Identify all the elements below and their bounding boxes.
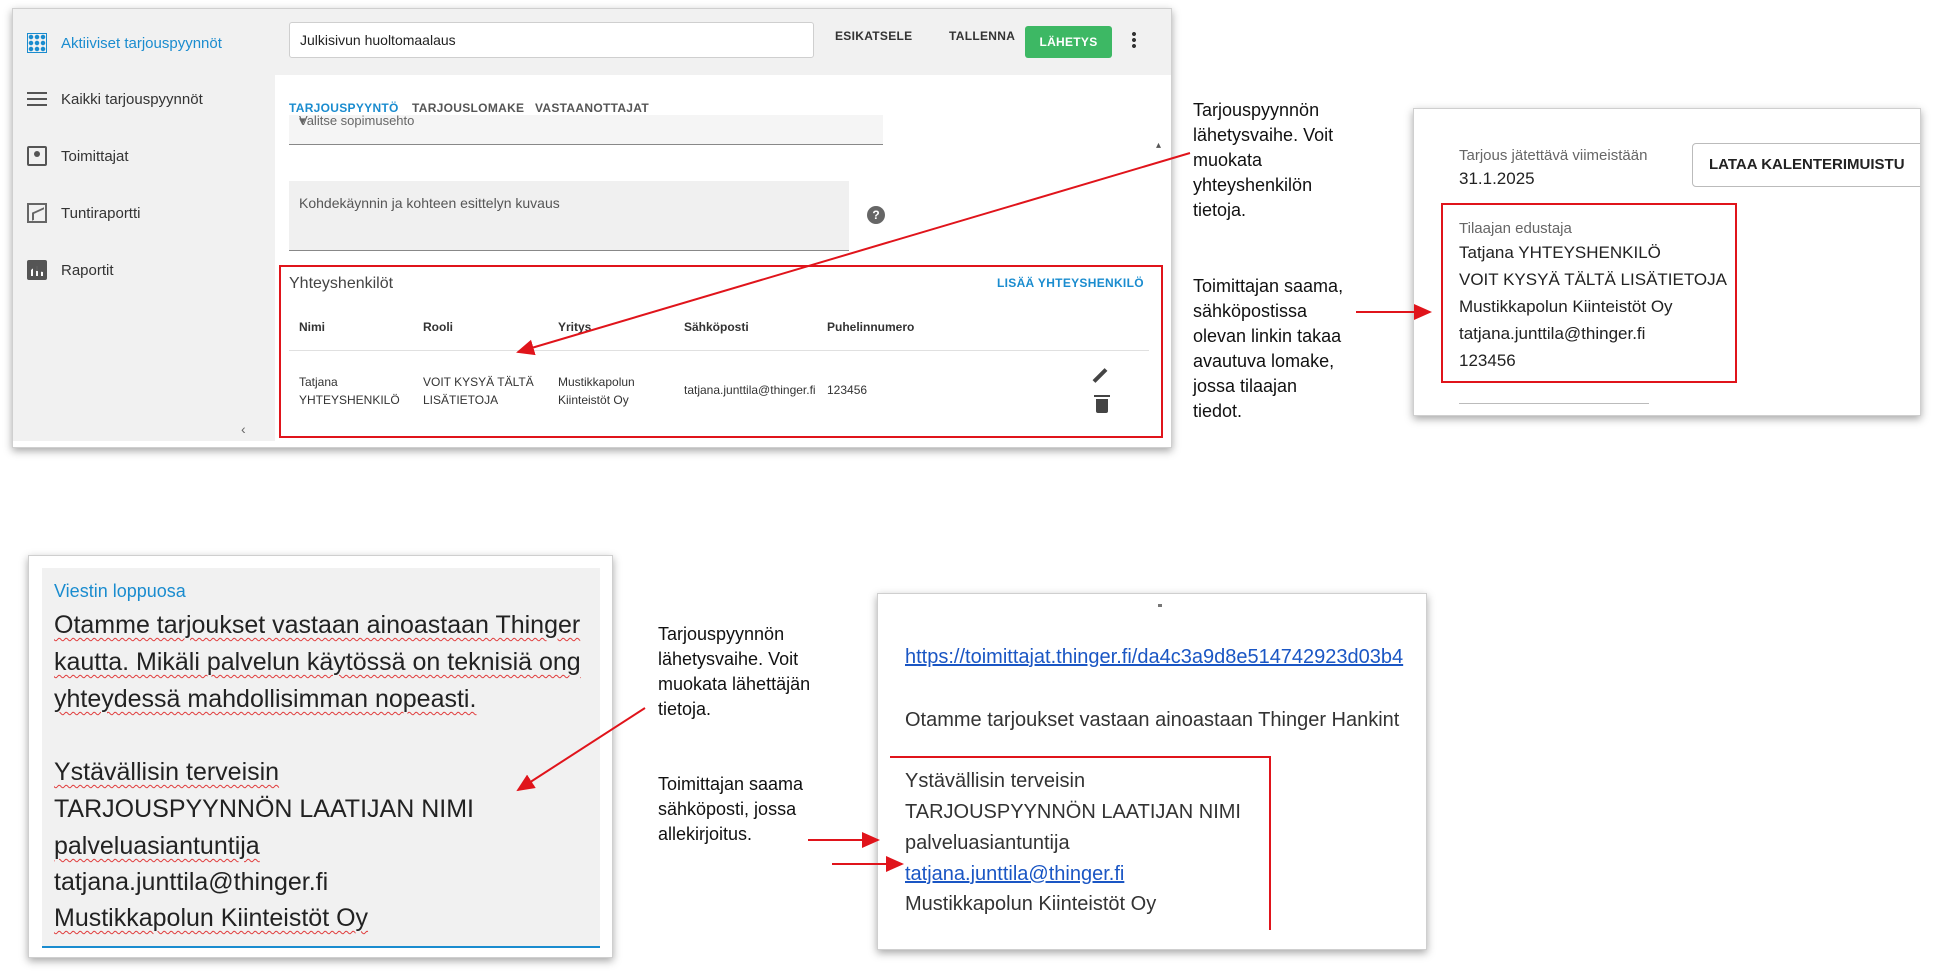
rep-label: Tilaajan edustaja: [1459, 220, 1572, 237]
topbar: Julkisivun huoltomaalaus ESIKATSELE TALL…: [275, 9, 1171, 75]
note-line: tiedot.: [1193, 401, 1243, 421]
form-link[interactable]: https://toimittajat.thinger.fi/da4c3a9d8…: [905, 646, 1403, 669]
grid-icon: [27, 33, 47, 53]
save-button[interactable]: TALLENNA: [949, 29, 1015, 43]
bar-chart-icon: [27, 260, 47, 280]
sidebar-item-label: Aktiiviset tarjouspyynnöt: [61, 34, 222, 52]
note-line: Toimittajan saama,: [1193, 276, 1344, 296]
rep-line: VOIT KYSYÄ TÄLTÄ LISÄTIETOJA: [1459, 270, 1727, 289]
divider: [1459, 403, 1649, 404]
signature-line: Mustikkapolun Kiinteistöt Oy: [905, 893, 1157, 915]
sidebar-item-active-requests[interactable]: Aktiiviset tarjouspyynnöt: [27, 33, 222, 53]
chart-report-icon: [27, 203, 47, 223]
note-line: muokata: [1193, 150, 1263, 170]
rep-line: Mustikkapolun Kiinteistöt Oy: [1459, 297, 1673, 316]
note-line: sähköpostissa: [1193, 301, 1308, 321]
signature-line: Ystävällisin terveisin: [54, 758, 280, 786]
email-intro: Otamme tarjoukset vastaan ainoastaan Thi…: [905, 709, 1400, 731]
annotation-note-1: Tarjouspyynnön lähetysvaihe. Voit muokat…: [1193, 98, 1333, 223]
rep-line: 123456: [1459, 351, 1516, 370]
chevron-down-icon: ▾: [299, 115, 306, 128]
sidebar-item-label: Tuntiraportti: [61, 204, 141, 222]
note-line: Tarjouspyynnön: [658, 624, 785, 644]
title-input[interactable]: Julkisivun huoltomaalaus: [289, 22, 814, 58]
tab-request[interactable]: TARJOUSPYYNTÖ: [289, 101, 399, 115]
email-preview-panel: https://toimittajat.thinger.fi/da4c3a9d8…: [877, 593, 1427, 950]
signature-line: TARJOUSPYYNNÖN LAATIJAN NIMI: [905, 801, 1241, 823]
note-line: Toimittajan saama: [658, 774, 804, 794]
message-line: Otamme tarjoukset vastaan ainoastaan Thi…: [54, 611, 581, 639]
more-vert-icon[interactable]: [1132, 31, 1136, 49]
sidebar-item-suppliers[interactable]: Toimittajat: [27, 146, 129, 166]
annotation-note-3: Tarjouspyynnön lähetysvaihe. Voit muokat…: [658, 622, 810, 722]
divider: [1158, 604, 1162, 607]
note-line: allekirjoitus.: [658, 824, 753, 844]
tab-recipients[interactable]: VASTAANOTTAJAT: [535, 101, 649, 115]
note-line: sähköposti, jossa: [658, 799, 797, 819]
note-line: lähetysvaihe. Voit: [658, 649, 799, 669]
description-placeholder: Kohdekäynnin ja kohteen esittelyn kuvaus: [299, 195, 560, 211]
note-line: Tarjouspyynnön: [1193, 100, 1320, 120]
sidebar-item-label: Toimittajat: [61, 147, 129, 165]
send-button[interactable]: LÄHETYS: [1025, 26, 1112, 58]
signature-line: palveluasiantuntija: [54, 832, 260, 860]
signature-line: palveluasiantuntija: [905, 832, 1070, 854]
sidebar-item-label: Kaikki tarjouspyynnöt: [61, 90, 203, 108]
main-content: TARJOUSPYYNTÖ TARJOUSLOMAKE VASTAANOTTAJ…: [275, 75, 1171, 441]
rep-line: Tatjana YHTEYSHENKILÖ: [1459, 243, 1661, 262]
contact-card-icon: [27, 146, 47, 166]
message-end-field[interactable]: Viestin loppuosa Otamme tarjoukset vasta…: [42, 568, 600, 948]
deadline-label: Tarjous jätettävä viimeistään: [1459, 147, 1648, 164]
note-line: olevan linkin takaa: [1193, 326, 1342, 346]
note-line: yhteyshenkilön: [1193, 175, 1313, 195]
note-line: avautuva lomake,: [1193, 351, 1335, 371]
annotation-note-4: Toimittajan saama sähköposti, jossa alle…: [658, 772, 803, 847]
message-line: kautta. Mikäli palvelun käytössä on tekn…: [54, 648, 581, 676]
supplier-form-panel: Tarjous jätettävä viimeistään 31.1.2025 …: [1413, 108, 1921, 416]
download-calendar-button[interactable]: LATAA KALENTERIMUISTU: [1692, 143, 1920, 187]
rep-line: tatjana.junttila@thinger.fi: [1459, 324, 1646, 343]
contract-select[interactable]: Valitse sopimusehto ▾: [289, 115, 883, 145]
note-line: lähetysvaihe. Voit: [1193, 125, 1334, 145]
scroll-up-icon[interactable]: ▴: [1156, 140, 1161, 151]
description-field[interactable]: Kohdekäynnin ja kohteen esittelyn kuvaus: [289, 181, 849, 251]
message-end-panel: Viestin loppuosa Otamme tarjoukset vasta…: [28, 555, 613, 958]
note-line: jossa tilaajan: [1193, 376, 1298, 396]
preview-button[interactable]: ESIKATSELE: [835, 29, 912, 43]
chevron-left-icon[interactable]: ‹: [241, 421, 246, 437]
signature-line: Ystävällisin terveisin: [905, 770, 1086, 792]
annotation-note-2: Toimittajan saama, sähköpostissa olevan …: [1193, 274, 1343, 424]
signature-line: tatjana.junttila@thinger.fi: [54, 868, 329, 896]
signature-email-link[interactable]: tatjana.junttila@thinger.fi: [905, 863, 1124, 886]
app-window: Aktiiviset tarjouspyynnöt Kaikki tarjous…: [12, 8, 1172, 448]
deadline-value: 31.1.2025: [1459, 169, 1535, 188]
tab-form[interactable]: TARJOUSLOMAKE: [412, 101, 524, 115]
message-end-label: Viestin loppuosa: [54, 581, 186, 601]
help-icon[interactable]: ?: [867, 206, 885, 224]
message-line: yhteydessä mahdollisimman nopeasti.: [54, 685, 477, 713]
sidebar-item-hour-report[interactable]: Tuntiraportti: [27, 203, 140, 223]
note-line: tietoja.: [658, 699, 712, 719]
note-line: muokata lähettäjän: [658, 674, 811, 694]
list-icon: [27, 89, 47, 109]
note-line: tietoja.: [1193, 200, 1247, 220]
signature-line: Mustikkapolun Kiinteistöt Oy: [54, 904, 369, 932]
sidebar: Aktiiviset tarjouspyynnöt Kaikki tarjous…: [13, 9, 275, 441]
sidebar-item-all-requests[interactable]: Kaikki tarjouspyynnöt: [27, 89, 203, 109]
signature-line: TARJOUSPYYNNÖN LAATIJAN NIMI: [54, 795, 474, 823]
highlight-box: [279, 265, 1163, 438]
sidebar-item-label: Raportit: [61, 261, 114, 279]
sidebar-item-reports[interactable]: Raportit: [27, 260, 114, 280]
